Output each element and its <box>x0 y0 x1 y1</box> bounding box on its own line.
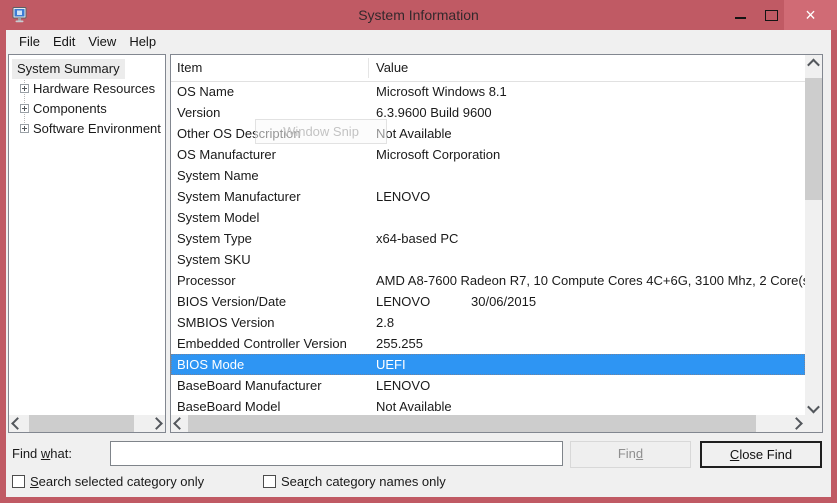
item-cell: BIOS Version/Date <box>177 291 376 312</box>
table-row[interactable]: OS ManufacturerMicrosoft Corporation <box>171 144 805 165</box>
value-cell: Not Available <box>376 123 471 144</box>
table-row[interactable]: System SKU <box>171 249 805 270</box>
expander-plus-icon[interactable] <box>20 104 29 113</box>
item-cell: SMBIOS Version <box>177 312 376 333</box>
column-separator[interactable] <box>368 58 369 78</box>
value-cell: 255.255 <box>376 333 471 354</box>
tree-item-label: Hardware Resources <box>31 79 157 99</box>
page-title: System Information <box>0 7 837 23</box>
value-cell: Not Available <box>376 396 471 415</box>
value-cell: 2.8 <box>376 312 471 333</box>
expander-plus-icon[interactable] <box>20 84 29 93</box>
table-row[interactable]: System Model <box>171 207 805 228</box>
table-row[interactable]: BIOS ModeUEFI <box>171 354 805 375</box>
tree: System SummaryHardware ResourcesComponen… <box>9 55 165 415</box>
item-cell: BaseBoard Model <box>177 396 376 415</box>
minimize-button[interactable] <box>722 0 758 30</box>
maximize-button[interactable] <box>758 0 784 30</box>
title-bar[interactable]: System Information × <box>0 0 837 30</box>
search-selected-category-label: Search selected category only <box>30 474 204 489</box>
window-border-right <box>831 30 837 497</box>
window-border-bottom <box>0 497 837 503</box>
sidebar-item-system-summary[interactable]: System Summary <box>9 59 165 79</box>
item-cell: Embedded Controller Version <box>177 333 376 354</box>
scroll-right-icon[interactable] <box>788 415 805 432</box>
tree-item-label: System Summary <box>12 59 125 79</box>
value-cell: LENOVO <box>376 291 471 312</box>
scrollbar-corner <box>805 415 822 432</box>
value-cell: Microsoft Windows 8.1 <box>376 81 507 102</box>
scroll-up-icon[interactable] <box>805 55 822 72</box>
close-button[interactable]: × <box>784 0 837 30</box>
find-input[interactable] <box>110 441 563 466</box>
value-cell: AMD A8-7600 Radeon R7, 10 Compute Cores … <box>376 270 805 291</box>
find-button[interactable]: Find <box>570 441 691 468</box>
find-what-label: Find what: <box>12 446 72 461</box>
hscroll-thumb[interactable] <box>188 415 756 432</box>
item-cell: System SKU <box>177 249 376 270</box>
window-border-left <box>0 30 6 497</box>
menu-view[interactable]: View <box>82 30 122 53</box>
table-row[interactable]: System Name <box>171 165 805 186</box>
table-row[interactable]: SMBIOS Version2.8 <box>171 312 805 333</box>
tree-item-label: Components <box>31 99 109 119</box>
item-cell: System Name <box>177 165 376 186</box>
value-cell-secondary: 30/06/2015 <box>471 291 536 312</box>
table-row[interactable]: BIOS Version/DateLENOVO30/06/2015 <box>171 291 805 312</box>
close-icon: × <box>805 1 816 29</box>
tree-horizontal-scrollbar[interactable] <box>9 415 165 432</box>
window-snip-tooltip: Window Snip <box>255 119 387 144</box>
scroll-left-icon[interactable] <box>9 415 26 432</box>
sidebar-item-components[interactable]: Components <box>9 99 165 119</box>
table-row[interactable]: OS NameMicrosoft Windows 8.1 <box>171 81 805 102</box>
value-cell: Microsoft Corporation <box>376 144 500 165</box>
search-selected-category-checkbox[interactable] <box>12 475 25 488</box>
search-category-names-label: Search category names only <box>281 474 446 489</box>
list-header[interactable]: Item Value <box>171 55 805 82</box>
tree-item-label: Software Environment <box>31 119 163 139</box>
item-cell: System Model <box>177 207 376 228</box>
scroll-left-icon[interactable] <box>171 415 188 432</box>
horizontal-scrollbar[interactable] <box>171 415 805 432</box>
table-row[interactable]: BaseBoard ModelNot Available <box>171 396 805 415</box>
table-row[interactable]: Embedded Controller Version255.255 <box>171 333 805 354</box>
item-cell: BIOS Mode <box>177 354 376 375</box>
table-row[interactable]: System Typex64-based PC <box>171 228 805 249</box>
item-cell: OS Name <box>177 81 376 102</box>
system-information-window: System Information × FileEditViewHelp Sy… <box>0 0 837 503</box>
item-cell: Processor <box>177 270 376 291</box>
table-row[interactable]: ProcessorAMD A8-7600 Radeon R7, 10 Compu… <box>171 270 805 291</box>
menu-edit[interactable]: Edit <box>47 30 81 53</box>
item-cell: BaseBoard Manufacturer <box>177 375 376 396</box>
table-row[interactable]: System ManufacturerLENOVO <box>171 186 805 207</box>
value-cell: LENOVO <box>376 186 471 207</box>
value-cell: 6.3.9600 Build 9600 <box>376 102 492 123</box>
table-row[interactable]: BaseBoard ManufacturerLENOVO <box>171 375 805 396</box>
item-cell: System Type <box>177 228 376 249</box>
item-cell: System Manufacturer <box>177 186 376 207</box>
column-header-item[interactable]: Item <box>177 60 202 75</box>
details-list-pane: Item Value OS NameMicrosoft Windows 8.1 V… <box>170 54 823 433</box>
item-cell: OS Manufacturer <box>177 144 376 165</box>
minimize-icon <box>735 17 746 19</box>
close-find-button[interactable]: Close Find <box>700 441 822 468</box>
value-cell: UEFI <box>376 354 471 375</box>
menu-file[interactable]: File <box>13 30 46 53</box>
menu-help[interactable]: Help <box>123 30 162 53</box>
vertical-scrollbar[interactable] <box>805 55 822 417</box>
sidebar-item-software-environment[interactable]: Software Environment <box>9 119 165 139</box>
scroll-right-icon[interactable] <box>148 415 165 432</box>
value-cell: x64-based PC <box>376 228 471 249</box>
sidebar-item-hardware-resources[interactable]: Hardware Resources <box>9 79 165 99</box>
maximize-icon <box>765 10 778 21</box>
column-header-value[interactable]: Value <box>376 60 408 75</box>
value-cell: LENOVO <box>376 375 471 396</box>
tree-hscroll-thumb[interactable] <box>29 415 134 432</box>
expander-plus-icon[interactable] <box>20 124 29 133</box>
category-tree-pane: System SummaryHardware ResourcesComponen… <box>8 54 166 433</box>
search-category-names-checkbox[interactable] <box>263 475 276 488</box>
vscroll-thumb[interactable] <box>805 78 822 200</box>
menu-bar: FileEditViewHelp <box>6 30 831 54</box>
